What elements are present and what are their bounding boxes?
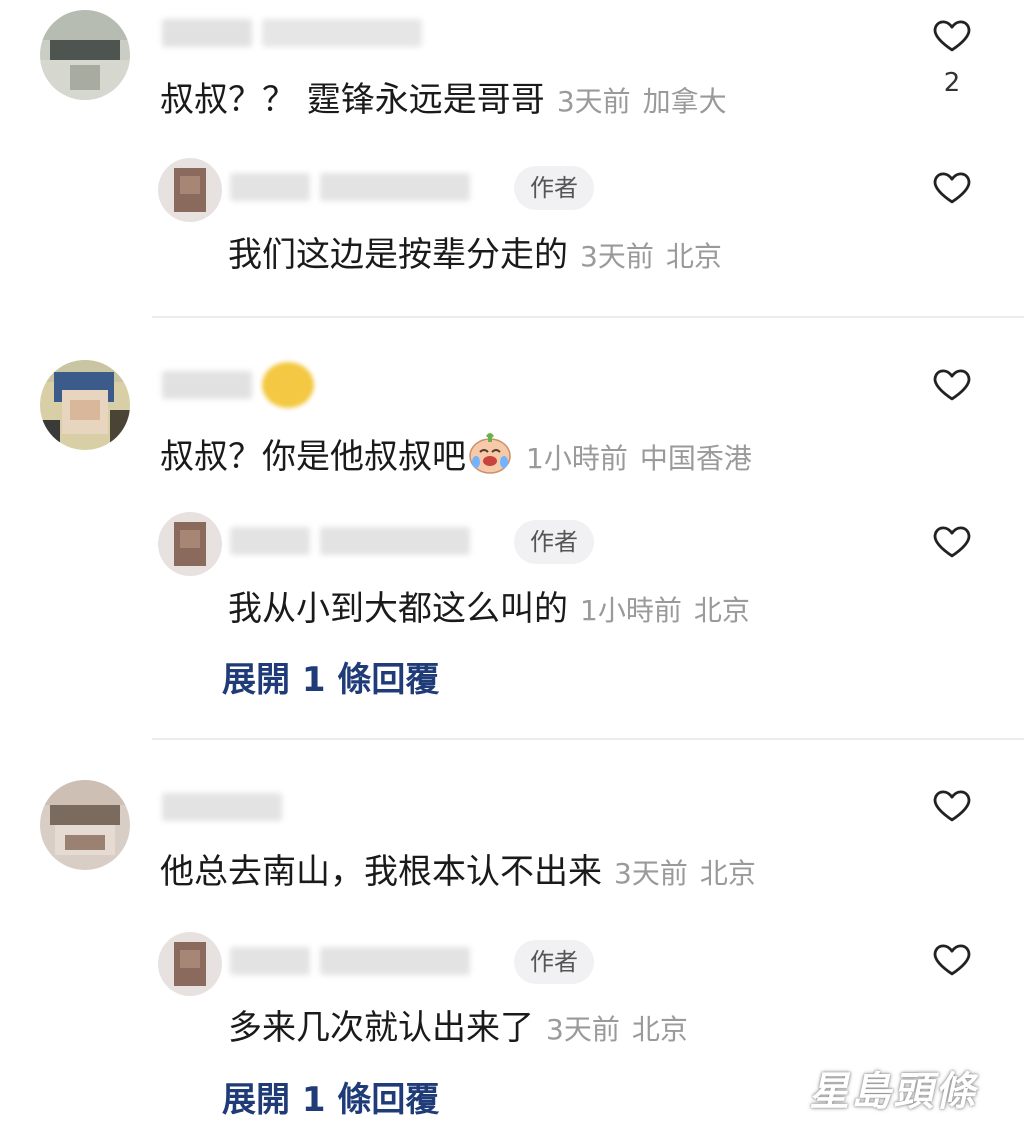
reply-username-blurred[interactable] [230,944,470,978]
reply-text: 我从小到大都这么叫的 [228,589,568,629]
comment-text: 叔叔？你是他叔叔吧 [160,437,466,477]
comment-time: 1小時前 [526,442,628,475]
reply-time: 1小時前 [580,594,682,627]
watermark-logo: 星島頭條 [772,1052,1022,1124]
reply-location: 北京 [665,240,722,273]
comment-body: 叔叔？你是他叔叔吧 1小時前 中国香港 [160,428,752,481]
comment-text: 叔叔？？ 霆锋永远是哥哥 [160,80,545,120]
heart-outline-icon [933,526,971,558]
like-button[interactable] [931,784,973,830]
comment-location: 加拿大 [642,85,727,118]
reply-like-button[interactable] [931,938,973,984]
reply-like-button[interactable] [931,520,973,566]
heart-outline-icon [933,944,971,976]
reply-text: 多来几次就认出来了 [228,1008,534,1048]
reply-avatar[interactable] [158,512,222,576]
crying-laughing-face-emoji [469,433,511,474]
comment-time: 3天前 [556,85,631,118]
author-tag: 作者 [514,940,594,984]
reply-avatar[interactable] [158,158,222,222]
author-tag: 作者 [514,166,594,210]
expand-replies-link[interactable]: 展開 1 條回覆 [222,652,439,701]
reply-text: 我们这边是按辈分走的 [228,235,568,275]
like-count: 2 [943,68,961,98]
comment-location: 中国香港 [639,442,752,475]
username-blurred[interactable] [162,790,282,824]
divider [152,738,1024,740]
comment-body: 叔叔？？ 霆锋永远是哥哥 3天前 加拿大 [160,78,727,124]
comment-location: 北京 [699,857,756,890]
reply-location: 北京 [693,594,750,627]
author-tag: 作者 [514,520,594,564]
reply-avatar[interactable] [158,932,222,996]
avatar[interactable] [40,780,130,870]
reply-body: 我从小到大都这么叫的 1小時前 北京 [228,587,750,633]
divider [152,316,1024,318]
reply-time: 3天前 [546,1013,620,1046]
comment-body: 他总去南山，我根本认不出来 3天前 北京 [160,850,756,896]
comment-time: 3天前 [614,857,688,890]
comment-text: 他总去南山，我根本认不出来 [160,852,602,892]
expand-replies-link[interactable]: 展開 1 條回覆 [222,1072,439,1121]
watermark-text: 星島頭條 [807,1069,986,1115]
heart-outline-icon [933,369,971,401]
like-button[interactable] [931,363,973,409]
reply-username-blurred[interactable] [230,170,470,204]
username-blurred[interactable] [162,362,314,408]
reply-username-blurred[interactable] [230,524,470,558]
reply-body: 多来几次就认出来了 3天前 北京 [228,1006,688,1052]
reply-like-button[interactable] [931,166,973,212]
heart-outline-icon [933,20,971,52]
avatar[interactable] [40,360,130,450]
heart-outline-icon [933,790,971,822]
like-button[interactable] [931,14,973,60]
reply-body: 我们这边是按辈分走的 3天前 北京 [228,233,722,279]
heart-outline-icon [933,172,971,204]
reply-time: 3天前 [580,240,654,273]
reply-location: 北京 [631,1013,688,1046]
username-blurred[interactable] [162,16,422,50]
avatar[interactable] [40,10,130,100]
